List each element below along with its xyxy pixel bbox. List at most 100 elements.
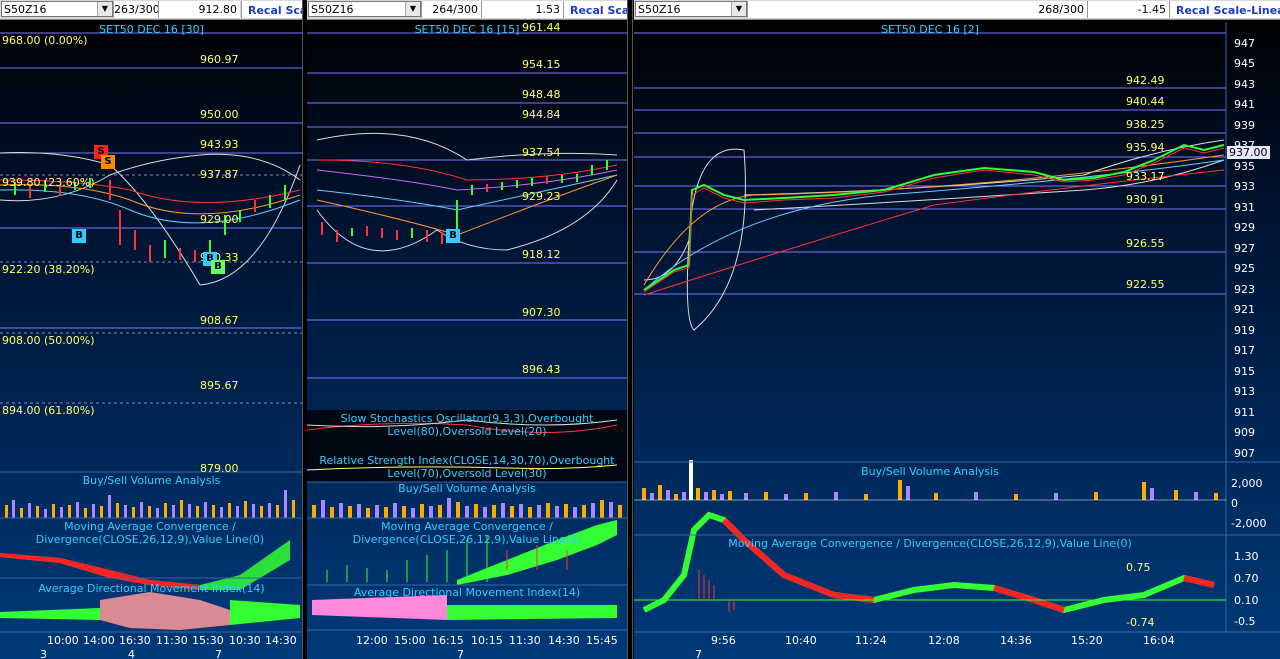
price-level: 942.49 bbox=[1126, 74, 1165, 87]
price-level: 930.91 bbox=[1126, 193, 1165, 206]
stochastic-title: Slow Stochastics Oscillator(9,3,3),Overb… bbox=[340, 412, 594, 438]
time-label: 10:40 bbox=[785, 634, 817, 647]
y-axis-label: 911 bbox=[1234, 406, 1255, 419]
macd-level: 0.75 bbox=[1126, 561, 1151, 574]
chart-title: SET50 DEC 16 [15] bbox=[414, 23, 520, 36]
time-label: 16:04 bbox=[1143, 634, 1175, 647]
price-level: 895.67 bbox=[200, 379, 239, 392]
time-label: 11:24 bbox=[855, 634, 887, 647]
y-axis-label: 909 bbox=[1234, 426, 1255, 439]
time-label: 14:00 bbox=[83, 634, 115, 647]
symbol-select[interactable]: S50Z16 ▼ bbox=[308, 1, 421, 17]
y-axis-label: 939 bbox=[1234, 119, 1255, 132]
symbol-value: S50Z16 bbox=[311, 3, 354, 16]
time-label: 15:45 bbox=[586, 634, 618, 647]
y-axis-label: 921 bbox=[1234, 303, 1255, 316]
fib-level: 922.20 (38.20%) bbox=[2, 263, 95, 276]
buy-marker[interactable]: B bbox=[211, 260, 225, 274]
price-level: 940.44 bbox=[1126, 95, 1165, 108]
pane-1-toolbar: S50Z16 ▼ 263/300 912.80 Recal Scale bbox=[0, 0, 303, 20]
price-level: 933.17 bbox=[1126, 170, 1165, 183]
sell-marker[interactable]: S bbox=[101, 155, 115, 169]
time-label: 14:30 bbox=[548, 634, 580, 647]
price-change: 912.80 bbox=[158, 1, 240, 18]
chevron-down-icon[interactable]: ▼ bbox=[731, 2, 746, 16]
price-level: 935.94 bbox=[1126, 141, 1165, 154]
chevron-down-icon[interactable]: ▼ bbox=[97, 2, 112, 16]
y-axis-label: 943 bbox=[1234, 78, 1255, 91]
y-axis-label: 931 bbox=[1234, 201, 1255, 214]
chart-pane-2[interactable]: S50Z16 ▼ 264/300 1.53 Recal Scale SET50 D… bbox=[307, 0, 627, 659]
y-axis-label: 907 bbox=[1234, 447, 1255, 460]
price-level: 908.67 bbox=[200, 314, 239, 327]
time-label: 15:00 bbox=[394, 634, 426, 647]
y-axis-label: 929 bbox=[1234, 221, 1255, 234]
macd-axis-label: 0.10 bbox=[1234, 594, 1259, 607]
time-label: 9:56 bbox=[711, 634, 736, 647]
recal-scale-button[interactable]: Recal Scale bbox=[563, 1, 627, 18]
recal-scale-button[interactable]: Recal Scale-Linear bbox=[1169, 1, 1280, 18]
price-level: 937.54 bbox=[522, 146, 561, 159]
symbol-value: S50Z16 bbox=[638, 3, 681, 16]
volume-title: Buy/Sell Volume Analysis bbox=[82, 474, 221, 487]
time-label: 10:15 bbox=[471, 634, 503, 647]
price-level: 937.87 bbox=[200, 168, 239, 181]
volume-axis-label: -2,000 bbox=[1231, 517, 1267, 530]
y-axis-label: 919 bbox=[1234, 324, 1255, 337]
fib-level: 939.80 (23.60%) bbox=[2, 176, 95, 189]
volume-title: Buy/Sell Volume Analysis bbox=[398, 482, 536, 495]
time-label: 12:08 bbox=[928, 634, 960, 647]
macd-title: Moving Average Convergence / Divergence(… bbox=[352, 520, 582, 546]
price-level: 943.93 bbox=[200, 138, 239, 151]
price-level: 960.97 bbox=[200, 53, 239, 66]
volume-axis-label: 0 bbox=[1231, 497, 1238, 510]
macd-level: -0.74 bbox=[1126, 616, 1155, 629]
day-label: 7 bbox=[457, 648, 464, 659]
y-axis-label: 917 bbox=[1234, 344, 1255, 357]
adx-title: Average Directional Movement Index(14) bbox=[38, 582, 265, 595]
price-level: 948.48 bbox=[522, 88, 561, 101]
price-change: -1.45 bbox=[1087, 1, 1169, 18]
macd-axis-label: 0.70 bbox=[1234, 572, 1259, 585]
y-axis-label: 927 bbox=[1234, 242, 1255, 255]
time-label: 11:30 bbox=[156, 634, 188, 647]
chart-pane-1[interactable]: S50Z16▼ 263/300 912.80 Recal Scale SET50… bbox=[0, 0, 303, 659]
chart-title: SET50 DEC 16 [2] bbox=[881, 23, 979, 36]
y-axis-label: 913 bbox=[1234, 385, 1255, 398]
price-level: 944.84 bbox=[522, 108, 561, 121]
time-label: 12:00 bbox=[356, 634, 388, 647]
buy-marker[interactable]: B bbox=[446, 229, 460, 243]
rsi-title: Relative Strength Index(CLOSE,14,30,70),… bbox=[319, 454, 615, 480]
volume-title: Buy/Sell Volume Analysis bbox=[861, 465, 999, 478]
macd-title: Moving Average Convergence / Divergence(… bbox=[728, 537, 1132, 550]
y-axis-label: 923 bbox=[1234, 283, 1255, 296]
price-level: 896.43 bbox=[522, 363, 561, 376]
price-level: 907.30 bbox=[522, 306, 561, 319]
y-axis-label: 933 bbox=[1234, 180, 1255, 193]
price-level: 926.55 bbox=[1126, 237, 1165, 250]
pane-2-toolbar: S50Z16 ▼ 264/300 1.53 Recal Scale bbox=[307, 0, 627, 20]
price-level: 954.15 bbox=[522, 58, 561, 71]
day-label: 7 bbox=[215, 648, 222, 659]
y-axis-label: 925 bbox=[1234, 262, 1255, 275]
fib-level: 894.00 (61.80%) bbox=[2, 404, 95, 417]
symbol-select[interactable]: S50Z16 ▼ bbox=[1, 1, 113, 17]
bar-counter: 264/300 bbox=[421, 1, 481, 18]
pane-divider[interactable] bbox=[627, 0, 633, 659]
chevron-down-icon[interactable]: ▼ bbox=[405, 2, 420, 16]
recal-scale-button[interactable]: Recal Scale bbox=[241, 1, 303, 18]
chart-pane-3[interactable]: S50Z16 ▼ 268/300 -1.45 Recal Scale-Linear… bbox=[634, 0, 1280, 659]
adx-title: Average Directional Movement Index(14) bbox=[353, 586, 581, 599]
time-label: 11:30 bbox=[509, 634, 541, 647]
symbol-select[interactable]: S50Z16 ▼ bbox=[635, 1, 747, 17]
buy-marker[interactable]: B bbox=[72, 229, 86, 243]
symbol-value: S50Z16 bbox=[4, 3, 47, 16]
macd-title: Moving Average Convergence / Divergence(… bbox=[35, 520, 265, 546]
time-label: 10:00 bbox=[47, 634, 79, 647]
day-label: 3 bbox=[40, 648, 47, 659]
pane-3-graphics bbox=[634, 22, 1280, 633]
y-axis-label: 947 bbox=[1234, 37, 1255, 50]
price-level: 938.25 bbox=[1126, 118, 1165, 131]
price-level: 929.00 bbox=[200, 213, 239, 226]
macd-axis-label: 1.30 bbox=[1234, 550, 1259, 563]
